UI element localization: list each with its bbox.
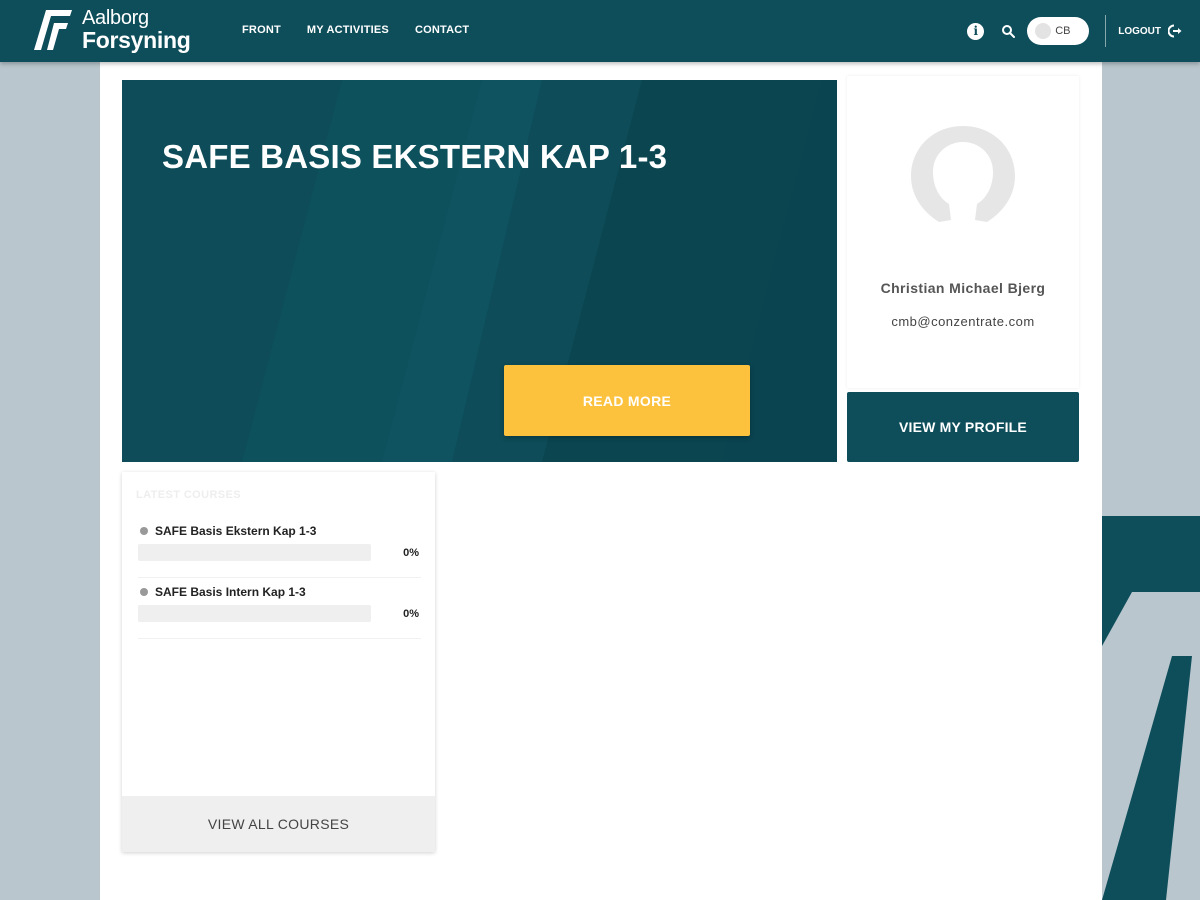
user-avatar-icon	[911, 126, 1015, 222]
main-content: SAFE BASIS EKSTERN KAP 1-3 READ MORE Chr…	[100, 62, 1102, 900]
user-initials: CB	[1055, 25, 1071, 37]
user-menu-button[interactable]: CB	[1027, 17, 1090, 45]
profile-card: Christian Michael Bjerg cmb@conzentrate.…	[847, 76, 1079, 388]
courses-heading: LATEST COURSES	[136, 489, 242, 501]
brand-logo[interactable]: Aalborg Forsyning	[32, 7, 191, 53]
info-icon[interactable]: i	[967, 22, 985, 40]
course-item[interactable]: SAFE Basis Intern Kap 1-3 0%	[138, 581, 421, 639]
nav-item-front[interactable]: FRONT	[242, 24, 281, 36]
course-progress-bar	[138, 544, 371, 561]
course-item[interactable]: SAFE Basis Ekstern Kap 1-3 0%	[138, 520, 421, 578]
main-nav: FRONT MY ACTIVITIES CONTACT	[242, 24, 469, 36]
logo-text-line2: Forsyning	[82, 27, 191, 53]
avatar	[1035, 23, 1052, 39]
course-name: SAFE Basis Ekstern Kap 1-3	[155, 524, 317, 538]
background-brand-graphic	[1102, 516, 1200, 900]
logout-icon	[1168, 24, 1182, 38]
logo-text-line1: Aalborg	[82, 7, 149, 29]
profile-name: Christian Michael Bjerg	[880, 280, 1046, 296]
view-all-courses-button[interactable]: VIEW ALL COURSES	[122, 796, 435, 852]
course-bullet-icon	[140, 588, 148, 596]
course-progress-label: 0%	[403, 547, 419, 559]
nav-item-my-activities[interactable]: MY ACTIVITIES	[307, 24, 389, 36]
nav-item-contact[interactable]: CONTACT	[415, 24, 469, 36]
view-my-profile-button[interactable]: VIEW MY PROFILE	[847, 392, 1079, 462]
course-progress-bar	[138, 605, 371, 622]
course-progress-label: 0%	[403, 608, 419, 620]
hero-banner: SAFE BASIS EKSTERN KAP 1-3 READ MORE	[122, 80, 837, 462]
latest-courses-card: LATEST COURSES SAFE Basis Ekstern Kap 1-…	[122, 472, 435, 852]
search-icon[interactable]	[1001, 24, 1016, 38]
read-more-button[interactable]: READ MORE	[504, 365, 750, 436]
logout-label: LOGOUT	[1118, 25, 1161, 37]
header-divider	[1105, 15, 1107, 47]
hero-title: SAFE BASIS EKSTERN KAP 1-3	[162, 138, 668, 175]
header-tools: i CB LOGOUT	[967, 15, 1182, 47]
course-bullet-icon	[140, 527, 148, 535]
top-navigation-bar: Aalborg Forsyning FRONT MY ACTIVITIES CO…	[0, 0, 1200, 62]
logout-button[interactable]: LOGOUT	[1118, 24, 1182, 38]
course-name: SAFE Basis Intern Kap 1-3	[155, 585, 306, 599]
logo-mark-icon	[34, 10, 72, 50]
profile-email: cmb@conzentrate.com	[891, 314, 1035, 329]
